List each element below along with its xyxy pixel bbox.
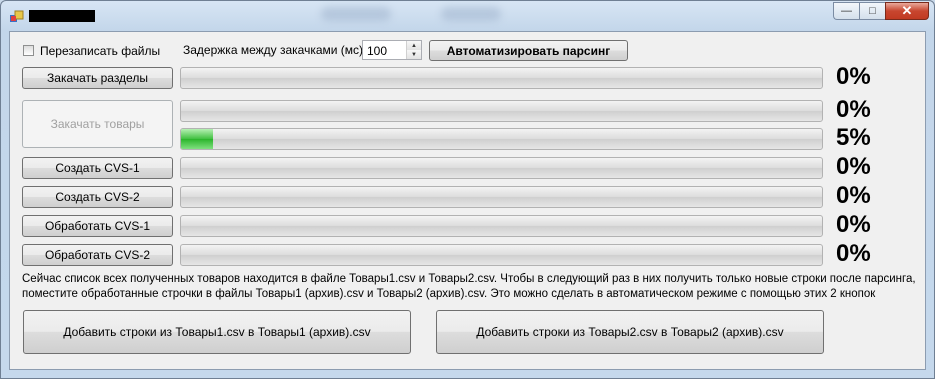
- progress-bar-sections: [180, 67, 823, 89]
- title-blur: [321, 7, 391, 21]
- minimize-button[interactable]: —: [833, 2, 859, 20]
- percent-products-2: 5%: [836, 124, 871, 151]
- delay-label: Задержка между закачками (мс):: [183, 43, 367, 57]
- progress-bar-process2: [180, 244, 823, 266]
- add-products1-archive-button[interactable]: Добавить строки из Товары1.csv в Товары1…: [23, 310, 411, 354]
- percent-cvs1: 0%: [836, 153, 871, 180]
- close-button[interactable]: ✕: [885, 2, 929, 20]
- automate-parsing-button[interactable]: Автоматизировать парсинг: [429, 40, 628, 61]
- percent-cvs2: 0%: [836, 182, 871, 209]
- percent-sections: 0%: [836, 63, 871, 90]
- create-cvs1-button[interactable]: Создать CVS-1: [22, 157, 173, 179]
- caption-buttons: — □ ✕: [833, 2, 929, 21]
- percent-process1: 0%: [836, 211, 871, 238]
- app-icon: [10, 10, 24, 22]
- spin-down-icon[interactable]: ▼: [406, 50, 421, 59]
- percent-products: 0%: [836, 96, 871, 123]
- progress-bar-products-2: [180, 128, 823, 150]
- spin-up-icon[interactable]: ▲: [406, 41, 421, 50]
- delay-value: 100: [367, 44, 388, 58]
- info-line-1: Сейчас список всех полученных товаров на…: [22, 273, 916, 285]
- progress-fill: [181, 129, 214, 149]
- app-window: — □ ✕ Перезаписать файлы Задержка между …: [0, 0, 935, 379]
- download-sections-button[interactable]: Закачать разделы: [22, 67, 173, 89]
- percent-process2: 0%: [836, 240, 871, 267]
- maximize-icon: □: [869, 5, 876, 17]
- progress-bar-process1: [180, 215, 823, 237]
- minimize-icon: —: [841, 5, 852, 17]
- overwrite-label: Перезаписать файлы: [40, 44, 161, 58]
- maximize-button[interactable]: □: [859, 2, 885, 20]
- process-cvs2-button[interactable]: Обработать CVS-2: [22, 244, 173, 266]
- create-cvs2-button[interactable]: Создать CVS-2: [22, 186, 173, 208]
- close-icon: ✕: [901, 3, 913, 18]
- add-products2-archive-button[interactable]: Добавить строки из Товары2.csv в Товары2…: [436, 310, 824, 354]
- progress-bar-products: [180, 100, 823, 122]
- client-area: Перезаписать файлы Задержка между закачк…: [9, 31, 926, 370]
- download-products-button[interactable]: Закачать товары: [22, 100, 173, 148]
- progress-bar-cvs2: [180, 186, 823, 208]
- process-cvs1-button[interactable]: Обработать CVS-1: [22, 215, 173, 237]
- overwrite-checkbox[interactable]: [23, 45, 34, 56]
- window-title-redacted: [29, 10, 95, 22]
- progress-bar-cvs1: [180, 157, 823, 179]
- title-blur: [441, 7, 501, 21]
- title-bar[interactable]: — □ ✕: [1, 1, 934, 31]
- delay-stepper[interactable]: 100 ▲ ▼: [362, 40, 422, 60]
- info-line-2: поместите обработанные строчки в файлы Т…: [22, 288, 876, 300]
